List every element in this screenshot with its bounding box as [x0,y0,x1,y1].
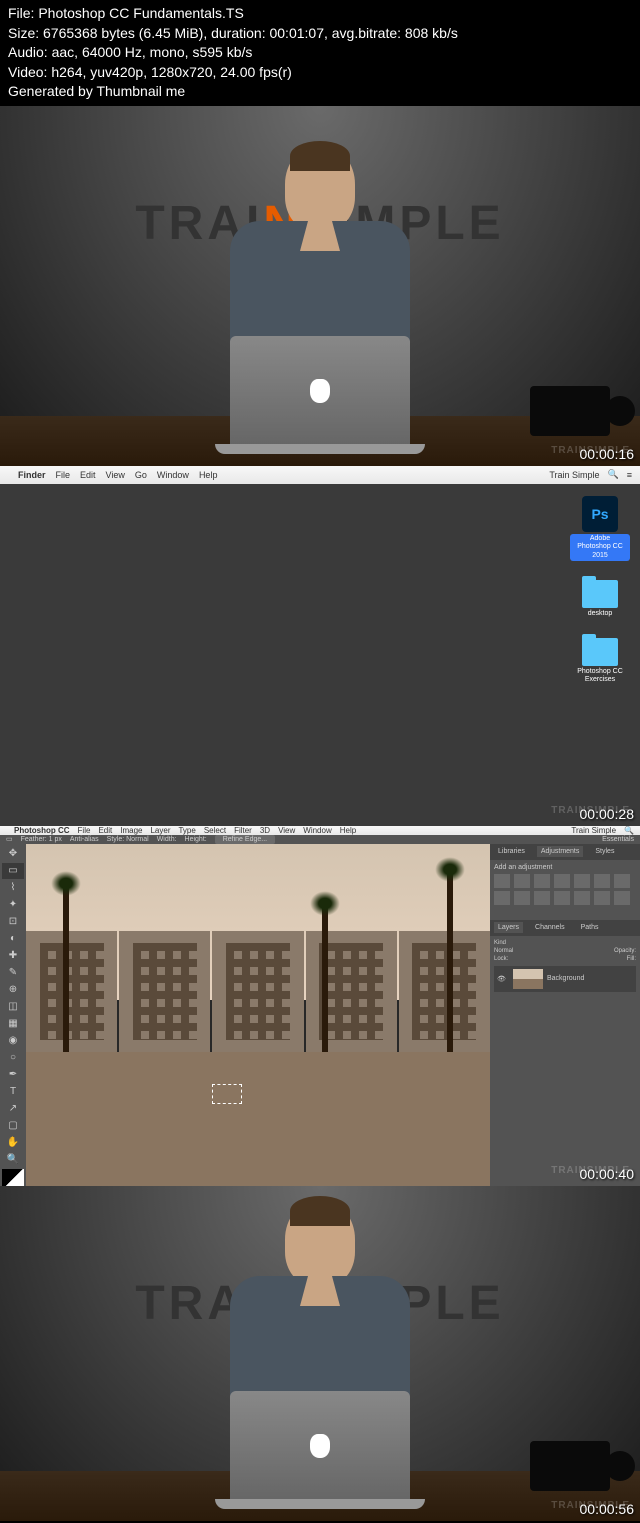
wand-tool-icon[interactable]: ✦ [2,897,24,913]
brush-tool-icon[interactable]: ✎ [2,965,24,981]
menu-layer[interactable]: Layer [150,826,170,835]
pen-tool-icon[interactable]: ✒ [2,1067,24,1083]
heal-tool-icon[interactable]: ✚ [2,948,24,964]
menu-help[interactable]: Help [199,470,218,480]
style-option[interactable]: Style: Normal [107,836,149,843]
layer-background[interactable]: 👁 Background [494,966,636,992]
frame-1: TRAINSIMPLE TRAINSIMPLE 00:00:16 [0,106,640,466]
layer-thumbnail[interactable] [513,969,543,989]
lasso-tool-icon[interactable]: ⌇ [2,880,24,896]
file-line: File: Photoshop CC Fundamentals.TS [8,4,632,24]
timestamp-4: 00:00:56 [580,1501,635,1517]
laptop [230,1391,410,1501]
menu-file[interactable]: File [78,826,91,835]
video-line: Video: h264, yuv420p, 1280x720, 24.00 fp… [8,63,632,83]
menu-edit[interactable]: Edit [98,826,112,835]
menu-file[interactable]: File [56,470,71,480]
path-tool-icon[interactable]: ↗ [2,1101,24,1117]
panels[interactable]: Libraries Adjustments Styles Add an adju… [490,844,640,1186]
menu-select[interactable]: Select [204,826,226,835]
mac-menubar[interactable]: Finder File Edit View Go Window Help Tra… [0,466,640,484]
feather-option[interactable]: Feather: 1 px [21,836,62,843]
audio-line: Audio: aac, 64000 Hz, mono, s595 kb/s [8,43,632,63]
menu-filter[interactable]: Filter [234,826,252,835]
tab-libraries[interactable]: Libraries [494,846,529,857]
ps-app-name[interactable]: Photoshop CC [14,826,70,835]
camera [530,386,610,436]
generated-line: Generated by Thumbnail me [8,82,632,102]
workspace-label[interactable]: Essentials [602,836,634,843]
menu-image[interactable]: Image [120,826,142,835]
timestamp-1: 00:00:16 [580,446,635,462]
menubar-title: Train Simple [549,470,599,480]
layer-name[interactable]: Background [547,975,584,982]
blur-tool-icon[interactable]: ◉ [2,1033,24,1049]
menu-3d[interactable]: 3D [260,826,270,835]
gradient-tool-icon[interactable]: ▦ [2,1016,24,1032]
desktop-folder-icon[interactable]: desktop [570,576,630,618]
exercises-folder-icon[interactable]: Photoshop CC Exercises [570,634,630,685]
search-icon[interactable]: 🔍 [608,469,619,480]
menu-window[interactable]: Window [303,826,331,835]
hand-tool-icon[interactable]: ✋ [2,1135,24,1151]
tab-adjustments[interactable]: Adjustments [537,846,584,857]
menu-view[interactable]: View [278,826,295,835]
menu-type[interactable]: Type [178,826,195,835]
move-tool-icon[interactable]: ✥ [2,846,24,862]
tab-channels[interactable]: Channels [531,922,569,933]
photoshop-app-icon[interactable]: Ps Adobe Photoshop CC 2015 [570,496,630,561]
zoom-tool-icon[interactable]: 🔍 [2,1152,24,1168]
eyedropper-tool-icon[interactable]: ◐ [2,931,24,947]
tools-panel[interactable]: ✥ ▭ ⌇ ✦ ⊡ ◐ ✚ ✎ ⊕ ◫ ▦ ◉ ○ ✒ T ↗ ▢ ✋ 🔍 [0,844,26,1186]
type-tool-icon[interactable]: T [2,1084,24,1100]
menu-edit[interactable]: Edit [80,470,96,480]
menu-go[interactable]: Go [135,470,147,480]
menu-window[interactable]: Window [157,470,189,480]
add-adjustment-label: Add an adjustment [494,864,636,871]
camera [530,1441,610,1491]
marquee-tool-icon[interactable]: ▭ [6,835,13,843]
marquee-tool-icon[interactable]: ▭ [2,863,24,879]
size-line: Size: 6765368 bytes (6.45 MiB), duration… [8,24,632,44]
frame-4: TRAINSIMPLE TRAINSIMPLE 00:00:56 [0,1186,640,1521]
photoshop-menubar[interactable]: Photoshop CC File Edit Image Layer Type … [0,826,640,835]
menu-icon[interactable]: ≡ [627,470,632,480]
visibility-icon[interactable]: 👁 [497,975,509,983]
app-name[interactable]: Finder [18,470,46,480]
refine-edge-button[interactable]: Refine Edge... [215,835,275,844]
apple-logo-icon [310,1434,330,1458]
canvas[interactable] [26,844,490,1186]
options-bar[interactable]: ▭ Feather: 1 px Anti-alias Style: Normal… [0,835,640,844]
search-icon[interactable]: 🔍 [624,826,634,835]
laptop [230,336,410,446]
dodge-tool-icon[interactable]: ○ [2,1050,24,1066]
thumbnail-info-header: File: Photoshop CC Fundamentals.TS Size:… [0,0,640,106]
menubar-title: Train Simple [571,826,616,835]
antialias-option[interactable]: Anti-alias [70,836,99,843]
menu-view[interactable]: View [106,470,125,480]
tab-layers[interactable]: Layers [494,922,523,933]
apple-logo-icon [310,379,330,403]
menu-help[interactable]: Help [340,826,356,835]
frame-2: Finder File Edit View Go Window Help Tra… [0,466,640,826]
marquee-selection[interactable] [212,1084,242,1104]
height-option[interactable]: Height: [185,836,207,843]
crop-tool-icon[interactable]: ⊡ [2,914,24,930]
shape-tool-icon[interactable]: ▢ [2,1118,24,1134]
stamp-tool-icon[interactable]: ⊕ [2,982,24,998]
frame-3: Photoshop CC File Edit Image Layer Type … [0,826,640,1186]
eraser-tool-icon[interactable]: ◫ [2,999,24,1015]
color-swatch[interactable] [2,1169,24,1186]
tab-paths[interactable]: Paths [577,922,603,933]
tab-styles[interactable]: Styles [591,846,618,857]
width-option[interactable]: Width: [157,836,177,843]
timestamp-2: 00:00:28 [580,806,635,822]
timestamp-3: 00:00:40 [580,1166,635,1182]
